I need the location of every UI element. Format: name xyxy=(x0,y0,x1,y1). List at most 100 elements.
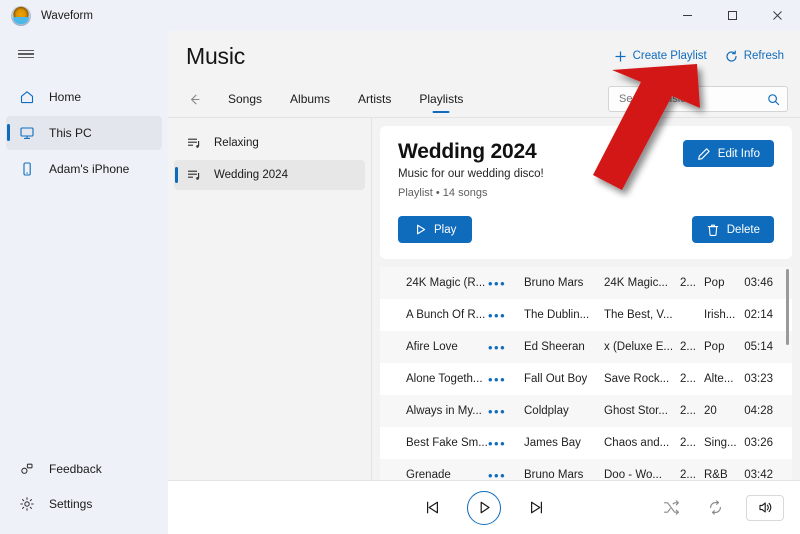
track-year: 2... xyxy=(680,469,696,480)
track-more-button[interactable]: ••• xyxy=(488,468,524,481)
sidebar-item-home[interactable]: Home xyxy=(6,80,162,114)
play-icon xyxy=(414,223,427,236)
create-playlist-button[interactable]: Create Playlist xyxy=(614,50,707,63)
app-title: Waveform xyxy=(41,9,93,22)
sidebar-nav: Home This PC Adam's iPhone Feedback Sett… xyxy=(0,31,168,534)
track-more-button[interactable]: ••• xyxy=(488,276,524,291)
waveform-logo-icon xyxy=(11,5,31,26)
sidebar-item-this-pc[interactable]: This PC xyxy=(6,116,162,150)
delete-playlist-button[interactable]: Delete xyxy=(691,216,774,243)
next-track-button[interactable] xyxy=(523,495,549,521)
table-row[interactable]: Alone Togeth... ••• Fall Out Boy Save Ro… xyxy=(380,363,792,395)
track-genre: 20 xyxy=(704,405,717,417)
track-duration: 05:14 xyxy=(744,341,773,353)
track-list[interactable]: 24K Magic (R... ••• Bruno Mars 24K Magic… xyxy=(380,267,792,480)
track-duration: 03:46 xyxy=(744,277,773,289)
table-row[interactable]: Best Fake Sm... ••• James Bay Chaos and.… xyxy=(380,427,792,459)
track-genre: R&B xyxy=(704,469,728,480)
track-year: 2... xyxy=(680,437,696,449)
playlist-item-relaxing[interactable]: Relaxing xyxy=(174,128,365,158)
track-artist: Fall Out Boy xyxy=(524,373,588,385)
table-row[interactable]: Always in My... ••• Coldplay Ghost Stor.… xyxy=(380,395,792,427)
sidebar-item-adams-iphone[interactable]: Adam's iPhone xyxy=(6,152,162,186)
repeat-button[interactable] xyxy=(702,495,728,521)
sidebar-item-feedback[interactable]: Feedback xyxy=(6,452,162,486)
track-title: A Bunch Of R... xyxy=(406,309,486,321)
home-icon xyxy=(18,88,36,106)
back-arrow-icon[interactable] xyxy=(180,85,208,113)
track-album: Save Rock... xyxy=(604,373,670,385)
previous-track-button[interactable] xyxy=(419,495,445,521)
track-year: 2... xyxy=(680,277,696,289)
track-more-button[interactable]: ••• xyxy=(488,436,524,451)
track-more-button[interactable]: ••• xyxy=(488,372,524,387)
create-playlist-label: Create Playlist xyxy=(632,50,707,62)
sidebar-bottom-group: Feedback Settings xyxy=(0,451,168,534)
table-row[interactable]: Afire Love ••• Ed Sheeran x (Deluxe E...… xyxy=(380,331,792,363)
playlist-description: Music for our wedding disco! xyxy=(398,168,544,180)
track-more-button[interactable]: ••• xyxy=(488,308,524,323)
track-year: 2... xyxy=(680,341,696,353)
track-duration: 03:42 xyxy=(744,469,773,480)
track-genre: Pop xyxy=(704,341,725,353)
refresh-label: Refresh xyxy=(743,50,784,62)
page-header: Music Create Playlist Refresh xyxy=(168,31,800,81)
track-more-button[interactable]: ••• xyxy=(488,404,524,419)
refresh-button[interactable]: Refresh xyxy=(725,50,784,63)
edit-info-label: Edit Info xyxy=(717,147,760,160)
track-artist: James Bay xyxy=(524,437,581,449)
playlist-item-wedding-2024[interactable]: Wedding 2024 xyxy=(174,160,365,190)
track-genre: Pop xyxy=(704,277,725,289)
track-title: Afire Love xyxy=(406,341,458,353)
table-row[interactable]: A Bunch Of R... ••• The Dublin... The Be… xyxy=(380,299,792,331)
volume-button[interactable] xyxy=(746,494,784,521)
tab-strip: Songs Albums Artists Playlists xyxy=(168,81,800,117)
track-album: x (Deluxe E... xyxy=(604,341,674,353)
tab-label: Songs xyxy=(228,92,263,106)
playlist-info-row: Wedding 2024 Music for our wedding disco… xyxy=(398,140,774,199)
track-duration: 03:23 xyxy=(744,373,773,385)
content-split: Relaxing Wedding 2024 Wedding 2024 Music… xyxy=(168,117,800,480)
player-right-controls xyxy=(658,494,784,521)
search-input[interactable] xyxy=(619,93,767,105)
tab-label: Artists xyxy=(358,92,392,106)
track-more-button[interactable]: ••• xyxy=(488,340,524,355)
sidebar-item-settings[interactable]: Settings xyxy=(6,487,162,521)
track-duration: 04:28 xyxy=(744,405,773,417)
delete-label: Delete xyxy=(726,223,760,236)
maximize-button[interactable] xyxy=(710,0,755,31)
table-row[interactable]: 24K Magic (R... ••• Bruno Mars 24K Magic… xyxy=(380,267,792,299)
table-row[interactable]: Grenade ••• Bruno Mars Doo - Wo... 2... … xyxy=(380,459,792,480)
playlist-item-label: Wedding 2024 xyxy=(214,169,288,181)
edit-info-button[interactable]: Edit Info xyxy=(682,140,774,167)
tab-albums[interactable]: Albums xyxy=(276,81,344,117)
playlist-title: Wedding 2024 xyxy=(398,140,537,163)
play-playlist-button[interactable]: Play xyxy=(398,216,473,243)
close-button[interactable] xyxy=(755,0,800,31)
tab-label: Playlists xyxy=(419,92,464,106)
track-album: The Best, V... xyxy=(604,309,673,321)
track-list-scrollbar[interactable] xyxy=(786,269,789,345)
track-genre: Alte... xyxy=(704,373,734,385)
sidebar-item-label: Settings xyxy=(49,497,93,511)
playlist-item-label: Relaxing xyxy=(214,137,259,149)
playlist-list-pane: Relaxing Wedding 2024 xyxy=(168,118,372,480)
playlist-meta: Playlist • 14 songs xyxy=(398,187,488,199)
play-pause-button[interactable] xyxy=(467,490,501,525)
track-album: Chaos and... xyxy=(604,437,670,449)
main-area: Music Create Playlist Refresh Songs Albu… xyxy=(168,31,800,534)
search-box[interactable] xyxy=(608,86,788,112)
monitor-icon xyxy=(18,124,36,142)
hamburger-menu-icon[interactable] xyxy=(6,37,46,71)
shuffle-button[interactable] xyxy=(658,495,684,521)
minimize-button[interactable] xyxy=(665,0,710,31)
app-window: Waveform Home This PC Adam's iPhone Feed… xyxy=(0,0,800,534)
tab-songs[interactable]: Songs xyxy=(214,81,276,117)
track-album: Doo - Wo... xyxy=(604,469,662,480)
playlist-icon xyxy=(186,135,203,152)
tab-playlists[interactable]: Playlists xyxy=(405,81,477,117)
window-body: Home This PC Adam's iPhone Feedback Sett… xyxy=(0,31,800,534)
search-icon[interactable] xyxy=(767,93,780,106)
sidebar-item-label: Home xyxy=(49,90,82,104)
tab-artists[interactable]: Artists xyxy=(344,81,405,117)
